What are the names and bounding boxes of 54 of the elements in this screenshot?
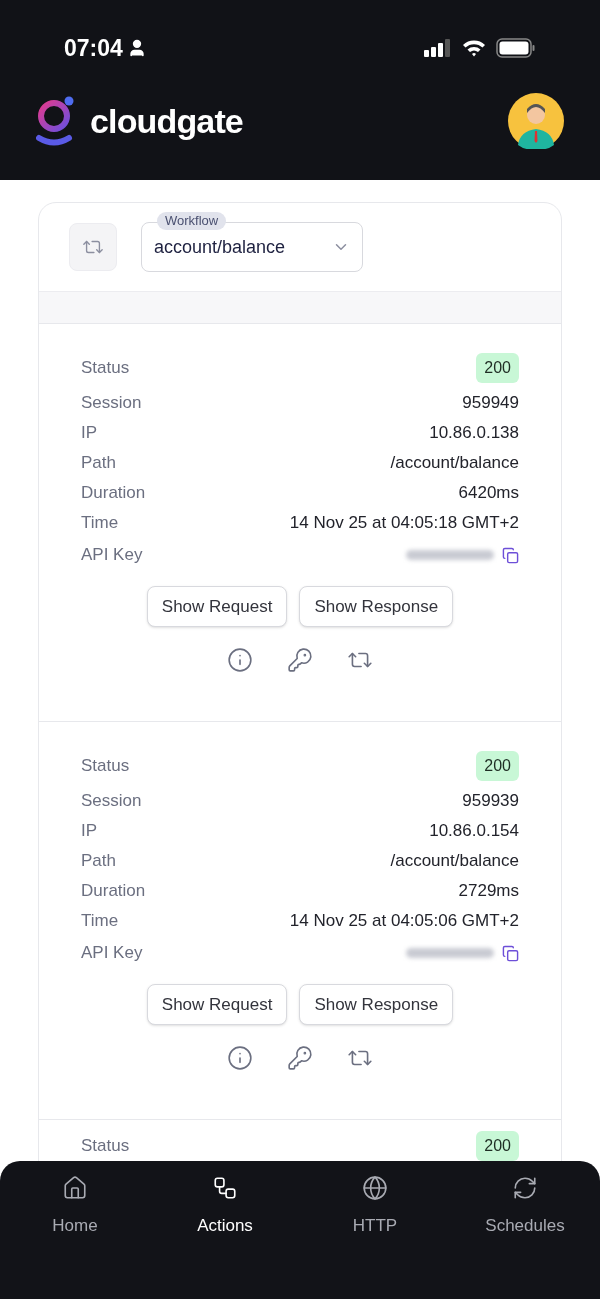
signal-icon (424, 39, 452, 57)
field-value: 14 Nov 25 at 04:05:18 GMT+2 (289, 512, 519, 535)
field-label: Status (81, 755, 130, 778)
field-label: Time (81, 910, 119, 933)
status-badge: 200 (476, 353, 519, 383)
tree-icon (212, 1175, 238, 1201)
field-label: IP (81, 820, 98, 843)
brand-name: cloudgate (90, 100, 243, 142)
field-value: 2729ms (458, 880, 519, 903)
show-button[interactable]: Show Request (146, 586, 288, 627)
nav-tab[interactable]: Home (0, 1175, 150, 1255)
select-label: Workflow (157, 212, 227, 230)
copy-icon[interactable] (502, 944, 519, 962)
field-label: Status (81, 1135, 130, 1158)
field-label: Session (81, 790, 142, 813)
field-value: 959939 (462, 790, 519, 813)
field-label: Duration (81, 880, 146, 903)
copy-icon[interactable] (502, 546, 519, 564)
home-icon (62, 1175, 88, 1201)
field-label: API Key (81, 942, 143, 965)
field-label: API Key (81, 544, 143, 567)
field-value: 14 Nov 25 at 04:05:06 GMT+2 (289, 910, 519, 933)
wifi-icon (462, 39, 486, 57)
field-label: Time (81, 512, 119, 535)
field-label: Session (81, 392, 142, 415)
field-value: /account/balance (390, 452, 519, 475)
nav-tab[interactable]: Schedules (450, 1175, 600, 1255)
field-value: 6420ms (458, 482, 519, 505)
field-label: Duration (81, 482, 146, 505)
field-value: /account/balance (390, 850, 519, 873)
refresh-icon (512, 1175, 538, 1201)
field-label: Path (81, 452, 116, 475)
battery-icon (496, 38, 536, 58)
field-value: 959949 (462, 392, 519, 415)
logo-icon (36, 95, 76, 147)
field-label: Status (81, 357, 130, 380)
status-badge: 200 (476, 1131, 519, 1161)
clock: 07:04 (64, 33, 123, 63)
field-label: IP (81, 422, 98, 445)
field-value: 10.86.0.138 (429, 422, 519, 445)
nav-tab[interactable]: Actions (150, 1175, 300, 1255)
show-button[interactable]: Show Response (299, 586, 454, 627)
nav-tab[interactable]: HTTP (300, 1175, 450, 1255)
info-icon[interactable] (227, 647, 253, 673)
field-label: Path (81, 850, 116, 873)
status-badge: 200 (476, 751, 519, 781)
info-icon[interactable] (227, 1045, 253, 1071)
globe-icon (362, 1175, 388, 1201)
avatar[interactable] (508, 93, 564, 149)
show-button[interactable]: Show Response (299, 984, 454, 1025)
show-button[interactable]: Show Request (146, 984, 288, 1025)
key-icon[interactable] (287, 647, 313, 673)
field-value: 10.86.0.154 (429, 820, 519, 843)
key-icon[interactable] (287, 1045, 313, 1071)
